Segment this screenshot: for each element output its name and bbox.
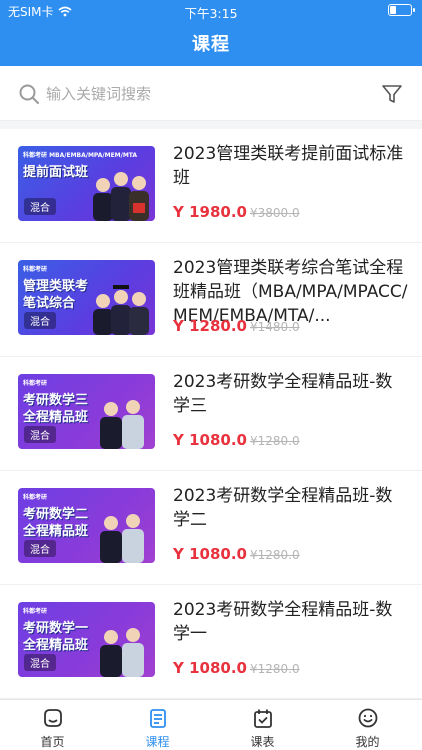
course-thumbnail[interactable]: 科都考研 管理类联考 笔试综合 混合 <box>18 260 155 335</box>
page-title: 课程 <box>192 34 230 55</box>
filter-icon[interactable] <box>380 82 404 106</box>
thumbnail-subheadline: 全程精品班 <box>23 524 89 539</box>
course-item[interactable]: 科都考研 考研数学一 全程精品班 混合 2023考研数学全程精品班-数学一 Y … <box>0 585 422 699</box>
section-divider <box>0 121 422 129</box>
teacher-photo-icon <box>93 285 149 335</box>
mode-badge: 混合 <box>24 312 56 329</box>
teacher-photo-icon <box>100 628 144 677</box>
course-original-price: ¥1280.0 <box>250 548 300 562</box>
app-header: 无SIM卡 下午3:15 课程 <box>0 0 422 66</box>
bottom-tab-bar: 首页 课程 课表 我的 <box>0 699 422 750</box>
home-icon <box>44 709 62 727</box>
thumbnail-brand: 科都考研 MBA/EMBA/MPA/MEM/MTA <box>23 152 138 159</box>
tab-profile[interactable]: 我的 <box>315 700 420 750</box>
thumbnail-brand: 科都考研 <box>23 380 48 387</box>
course-title: 2023考研数学全程精品班-数学三 <box>173 372 393 416</box>
course-price: Y 1280.0 <box>173 317 247 335</box>
course-icon <box>150 709 166 728</box>
teacher-photo-icon <box>100 400 144 449</box>
thumbnail-headline: 提前面试班 <box>23 165 89 180</box>
search-bar <box>0 66 422 121</box>
status-bar: 无SIM卡 下午3:15 <box>0 0 422 22</box>
course-original-price: ¥1280.0 <box>250 662 300 676</box>
course-original-price: ¥3800.0 <box>250 206 300 220</box>
thumbnail-brand: 科都考研 <box>23 494 48 501</box>
tab-home[interactable]: 首页 <box>0 700 105 750</box>
thumbnail-subheadline: 全程精品班 <box>23 410 89 425</box>
course-original-price: ¥1480.0 <box>250 320 300 334</box>
course-thumbnail[interactable]: 科都考研 考研数学二 全程精品班 混合 <box>18 488 155 563</box>
course-thumbnail[interactable]: 科都考研 考研数学三 全程精品班 混合 <box>18 374 155 449</box>
search-input[interactable] <box>46 80 346 108</box>
tab-course[interactable]: 课程 <box>105 700 210 750</box>
tab-label: 课程 <box>145 735 170 749</box>
course-thumbnail[interactable]: 科都考研 MBA/EMBA/MPA/MEM/MTA 提前面试班 混合 <box>18 146 155 221</box>
course-list: 科都考研 MBA/EMBA/MPA/MEM/MTA 提前面试班 混合 2023管… <box>0 129 422 699</box>
thumbnail-brand: 科都考研 <box>23 266 48 273</box>
course-price: Y 1080.0 <box>173 431 247 449</box>
mode-badge: 混合 <box>24 540 56 557</box>
search-icon[interactable] <box>18 83 40 105</box>
tab-label: 课表 <box>250 735 275 749</box>
course-price: Y 1080.0 <box>173 659 247 677</box>
mode-badge: 混合 <box>24 654 56 671</box>
course-item[interactable]: 科都考研 考研数学二 全程精品班 混合 2023考研数学全程精品班-数学二 Y … <box>0 471 422 585</box>
course-item[interactable]: 科都考研 考研数学三 全程精品班 混合 2023考研数学全程精品班-数学三 Y … <box>0 357 422 471</box>
teacher-photo-icon <box>93 172 149 221</box>
course-price: Y 1980.0 <box>173 203 247 221</box>
status-time: 下午3:15 <box>184 6 238 21</box>
tab-label: 我的 <box>355 735 380 749</box>
tab-schedule[interactable]: 课表 <box>210 700 315 750</box>
course-title: 2023考研数学全程精品班-数学二 <box>173 486 393 530</box>
mode-badge: 混合 <box>24 426 56 443</box>
teacher-photo-icon <box>100 514 144 563</box>
course-original-price: ¥1280.0 <box>250 434 300 448</box>
tab-label: 首页 <box>40 735 65 749</box>
course-title: 2023管理类联考提前面试标准班 <box>173 144 404 188</box>
thumbnail-brand: 科都考研 <box>23 608 48 615</box>
course-item[interactable]: 科都考研 管理类联考 笔试综合 混合 2023管理类联考综合笔试全程班精品班（M… <box>0 243 422 357</box>
mode-badge: 混合 <box>24 198 56 215</box>
course-title: 2023考研数学全程精品班-数学一 <box>173 600 393 644</box>
thumbnail-subheadline: 全程精品班 <box>23 638 89 653</box>
battery-icon <box>388 4 415 16</box>
thumbnail-subheadline: 笔试综合 <box>23 296 76 311</box>
schedule-icon <box>254 709 272 728</box>
course-price: Y 1080.0 <box>173 545 247 563</box>
course-thumbnail[interactable]: 科都考研 考研数学一 全程精品班 混合 <box>18 602 155 677</box>
profile-icon <box>358 708 378 728</box>
course-item[interactable]: 科都考研 MBA/EMBA/MPA/MEM/MTA 提前面试班 混合 2023管… <box>0 129 422 243</box>
